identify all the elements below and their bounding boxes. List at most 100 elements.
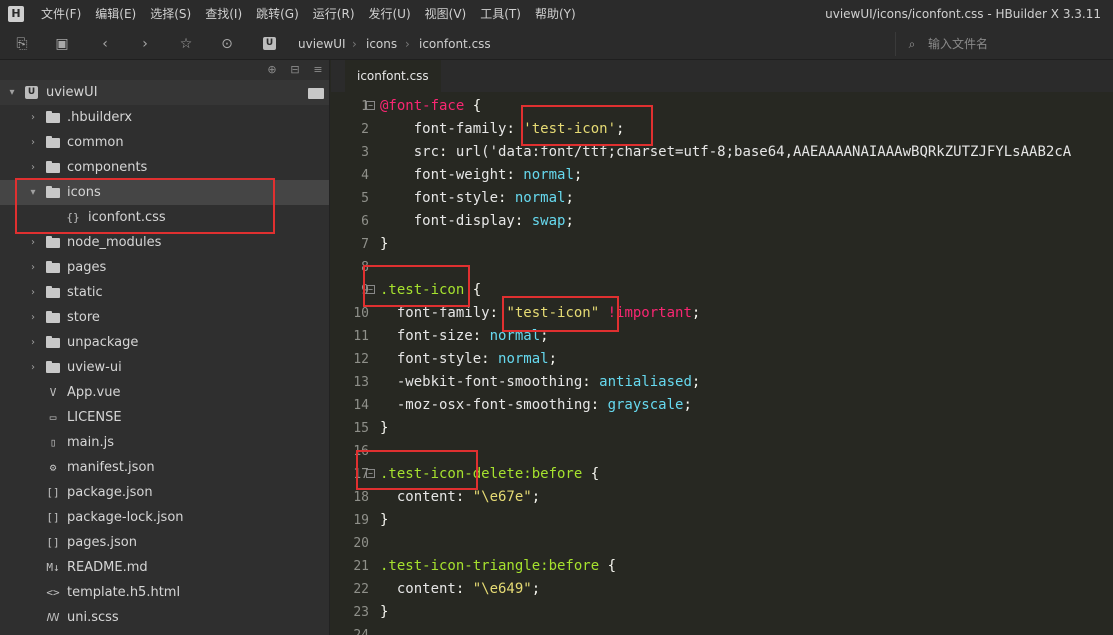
star-icon[interactable]: ☆ [176, 34, 196, 54]
code-selector: .test-icon-triangle:before [380, 558, 600, 574]
tree-item-pages[interactable]: › pages [0, 255, 329, 280]
tree-item-common[interactable]: › common [0, 130, 329, 155]
tree-item-template-h5-html[interactable]: <> template.h5.html [0, 580, 329, 605]
tree-item-components[interactable]: › components [0, 155, 329, 180]
breadcrumb-separator-icon: › [352, 37, 357, 51]
folder-icon [46, 111, 60, 123]
tree-label: App.vue [67, 385, 121, 400]
menu-publish[interactable]: 发行(U) [362, 0, 418, 28]
tree-label: uviewUI [46, 85, 98, 100]
js-file-icon: ▯ [49, 436, 57, 449]
menu-icon[interactable]: ≡ [310, 62, 326, 78]
run-icon[interactable]: ⊙ [217, 34, 237, 54]
menu-tools[interactable]: 工具(T) [473, 0, 528, 28]
editor-tab-bar: iconfont.css [331, 60, 1113, 92]
file-search-input[interactable] [928, 34, 1108, 54]
code-punc: : [590, 397, 608, 413]
tree-item-readme-md[interactable]: M↓ README.md [0, 555, 329, 580]
line-number: 13 [353, 375, 369, 390]
tree-item-node-modules[interactable]: › node_modules [0, 230, 329, 255]
breadcrumb-folder[interactable]: icons [366, 28, 397, 60]
chevron-right-icon[interactable]: › [27, 155, 39, 180]
menu-run[interactable]: 运行(R) [306, 0, 362, 28]
code-punc: ; [531, 489, 541, 505]
fold-toggle-icon[interactable]: − [366, 469, 375, 478]
line-number: 15 [353, 421, 369, 436]
code-punc: : [472, 328, 490, 344]
tree-label: package.json [67, 485, 153, 500]
menu-help[interactable]: 帮助(Y) [528, 0, 583, 28]
menu-edit[interactable]: 编辑(E) [88, 0, 143, 28]
breadcrumb-separator-icon: › [405, 37, 410, 51]
chevron-right-icon[interactable]: › [27, 280, 39, 305]
menu-file[interactable]: 文件(F) [34, 0, 88, 28]
code-punc: : [506, 167, 524, 183]
tree-item-license[interactable]: ▭ LICENSE [0, 405, 329, 430]
code-value: antialiased [599, 374, 692, 390]
tree-label: store [67, 310, 100, 325]
code-value: grayscale [607, 397, 684, 413]
new-file-icon[interactable]: ⎘ [12, 34, 32, 54]
fold-toggle-icon[interactable]: − [366, 285, 375, 294]
folder-icon[interactable] [308, 88, 324, 99]
code-prop: font-weight [380, 167, 507, 183]
line-number: 2 [361, 122, 369, 137]
forward-arrow-icon[interactable]: › [135, 34, 155, 54]
tree-item-unpackage[interactable]: › unpackage [0, 330, 329, 355]
tree-item-icons[interactable]: ▾ icons [0, 180, 329, 205]
chevron-right-icon[interactable]: › [27, 130, 39, 155]
tree-item-store[interactable]: › store [0, 305, 329, 330]
folder-open-icon [46, 186, 60, 198]
code-at-rule: @font-face [380, 98, 465, 114]
tree-root-project[interactable]: ▾ U uviewUI [0, 80, 329, 105]
tree-item-pages-json[interactable]: [] pages.json [0, 530, 329, 555]
breadcrumb-file[interactable]: iconfont.css [419, 28, 491, 60]
code-punc: { [464, 98, 482, 114]
menu-find[interactable]: 查找(I) [198, 0, 249, 28]
tree-item-package-lock-json[interactable]: [] package-lock.json [0, 505, 329, 530]
menu-view[interactable]: 视图(V) [418, 0, 474, 28]
chevron-right-icon[interactable]: › [27, 330, 39, 355]
code-punc: : [498, 190, 515, 206]
code-punc: ; [565, 213, 574, 229]
tree-item-hbuilderx[interactable]: › .hbuilderx [0, 105, 329, 130]
code-line: } [380, 233, 1113, 256]
search-icon: ⌕ [908, 37, 916, 51]
tree-item-main-js[interactable]: ▯ main.js [0, 430, 329, 455]
chevron-right-icon[interactable]: › [27, 230, 39, 255]
collapse-all-icon[interactable]: ⊟ [287, 62, 303, 78]
line-number: 6 [361, 214, 369, 229]
chevron-right-icon[interactable]: › [27, 255, 39, 280]
code-line: } [380, 417, 1113, 440]
line-number: 21 [353, 559, 369, 574]
tree-item-iconfont-css[interactable]: {} iconfont.css [0, 205, 329, 230]
locate-icon[interactable]: ⊕ [264, 62, 280, 78]
code-content[interactable]: − @font-face { font-family: 'test-icon'; … [366, 95, 1113, 635]
tree-item-app-vue[interactable]: V App.vue [0, 380, 329, 405]
chevron-down-icon[interactable]: ▾ [6, 80, 18, 105]
code-punc: ; [691, 374, 701, 390]
breadcrumb-project[interactable]: uviewUI [298, 28, 346, 60]
chevron-down-icon[interactable]: ▾ [27, 180, 39, 205]
tree-item-package-json[interactable]: [] package.json [0, 480, 329, 505]
tab-iconfont-css[interactable]: iconfont.css [345, 60, 441, 92]
chevron-right-icon[interactable]: › [27, 105, 39, 130]
code-punc: : [506, 121, 524, 137]
tree-item-uni-scss[interactable]: ꟿ uni.scss [0, 605, 329, 630]
code-string: "\e649" [472, 581, 532, 597]
save-icon[interactable]: ▣ [52, 34, 72, 54]
chevron-right-icon[interactable]: › [27, 305, 39, 330]
tree-item-uview-ui[interactable]: › uview-ui [0, 355, 329, 380]
code-line: font-display: swap; [380, 210, 1113, 233]
code-editor[interactable]: iconfont.css 1 2 3 4 5 6 7 8 9 10 11 12 … [331, 60, 1113, 635]
menu-goto[interactable]: 跳转(G) [249, 0, 306, 28]
chevron-right-icon[interactable]: › [27, 355, 39, 380]
menu-select[interactable]: 选择(S) [143, 0, 198, 28]
code-line: font-weight: normal; [380, 164, 1113, 187]
code-string: "test-icon" [506, 305, 600, 321]
back-arrow-icon[interactable]: ‹ [95, 34, 115, 54]
tree-item-static[interactable]: › static [0, 280, 329, 305]
fold-toggle-icon[interactable]: − [366, 101, 375, 110]
code-prop: -moz-osx-font-smoothing [380, 397, 591, 413]
tree-item-manifest-json[interactable]: ⚙ manifest.json [0, 455, 329, 480]
